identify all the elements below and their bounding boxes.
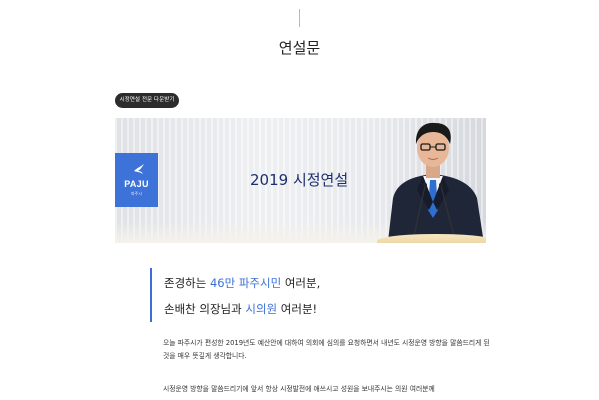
highlight-council: 시의원 (245, 302, 278, 316)
quote-accent-bar (150, 268, 152, 322)
page-title: 연설문 (278, 39, 321, 57)
logo-text: PAJU (124, 179, 149, 189)
paju-logo: PAJU 파주시 (115, 153, 158, 207)
speech-banner: PAJU 파주시 2019 시정연설 (115, 118, 486, 243)
logo-subtext: 파주시 (130, 191, 143, 196)
banner-title: 2019 시정연설 (250, 171, 349, 189)
top-divider (299, 9, 300, 27)
speech-greeting-line2: 손배찬 의장님과 시의원 여러분! (164, 302, 318, 316)
speech-greeting-line1: 존경하는 46만 파주시민 여러분, (164, 276, 321, 290)
bird-icon (134, 164, 144, 174)
podium (377, 234, 486, 243)
speaker-photo (387, 122, 484, 243)
download-speech-button[interactable]: 시정연설 전문 다운받기 (115, 93, 179, 108)
speech-paragraph-2: 시정운영 방향을 말씀드리기에 앞서 항상 시정발전에 애쓰시고 성원을 보내주… (163, 385, 435, 393)
speech-paragraph-1: 오늘 파주시가 편성한 2019년도 예산안에 대하여 의회에 심의를 요청하면… (163, 339, 490, 360)
highlight-citizens: 46만 파주시민 (209, 276, 282, 290)
